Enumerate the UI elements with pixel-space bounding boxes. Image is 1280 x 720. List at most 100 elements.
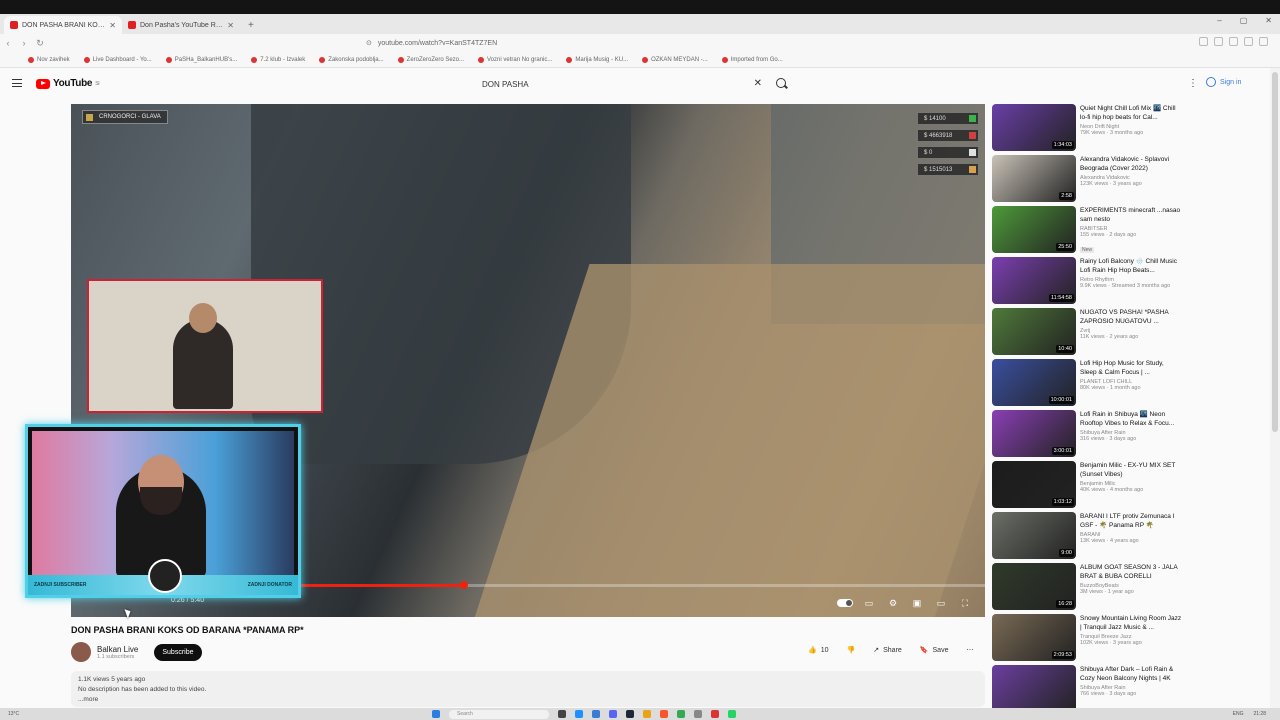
brave-icon[interactable] [660, 710, 668, 718]
recommendation-title[interactable]: Lofi Hip Hop Music for Study, Sleep & Ca… [1080, 359, 1182, 377]
recommendation-title[interactable]: BARANI I LTF protiv Zemunaca I GSF - 🌴 P… [1080, 512, 1182, 530]
video-thumbnail[interactable]: 16:28 [992, 563, 1076, 610]
back-icon[interactable]: ‹ [0, 38, 16, 48]
whatsapp-icon[interactable] [728, 710, 736, 718]
share-button[interactable]: ↗ Share [873, 646, 902, 655]
steam-icon[interactable] [626, 710, 634, 718]
browser-tab[interactable]: Don Pasha's YouTube Realtime Stats ✕ [122, 16, 240, 34]
save-button[interactable]: 🔖 Save [920, 646, 949, 655]
video-thumbnail[interactable]: 3:00:01 [992, 410, 1076, 457]
bookmark-item[interactable]: Zakonska podoblja... [319, 56, 384, 63]
maximize-icon[interactable]: ▢ [1240, 16, 1248, 25]
subscribe-button[interactable]: Subscribe [154, 643, 202, 661]
menu-icon[interactable] [12, 79, 22, 87]
recommendation-item[interactable]: 16:28 ALBUM GOAT SEASON 3 - JALA BRAT & B… [992, 563, 1182, 614]
close-window-icon[interactable]: ✕ [1265, 16, 1272, 25]
bookmark-item[interactable]: OZKAN MEYDAN -... [642, 56, 708, 63]
profile-icon[interactable] [1259, 37, 1268, 46]
recommendation-title[interactable]: Lofi Rain in Shibuya 🌃 Neon Rooftop Vibe… [1080, 410, 1182, 428]
recommendation-item[interactable]: 11:54:58 Rainy Lofi Balcony 🌧️ Chill Musi… [992, 257, 1182, 308]
bookmark-item[interactable]: Nov zavihek [28, 56, 70, 63]
page-scrollbar[interactable] [1272, 72, 1278, 432]
channel-name[interactable]: Balkan Live [97, 645, 138, 654]
recommendation-item[interactable]: 3:00:01 Lofi Rain in Shibuya 🌃 Neon Rooft… [992, 410, 1182, 461]
video-thumbnail[interactable]: 10:00:01 [992, 359, 1076, 406]
clock[interactable]: 21:28 [1253, 711, 1266, 717]
recommendation-item[interactable]: 9:00 BARANI I LTF protiv Zemunaca I GSF -… [992, 512, 1182, 563]
clear-search-icon[interactable]: ✕ [754, 78, 762, 89]
recommendation-item[interactable]: 10:40 NUGATO VS PASHA! *PASHA ZAPROSIO NU… [992, 308, 1182, 359]
bookmark-item[interactable]: 7.2 klub - Izvalek [251, 56, 305, 63]
app-icon[interactable] [711, 710, 719, 718]
bookmark-item[interactable]: PaSHa_BalkanHUB's... [165, 56, 237, 63]
video-thumbnail[interactable]: 9:00 [992, 512, 1076, 559]
recommendation-item[interactable]: 1:03:12 Benjamin Milic - EX-YU MIX SET (S… [992, 461, 1182, 512]
browser-tab-active[interactable]: DON PASHA BRANI KOKS OD ✕ [4, 16, 122, 34]
bookmark-item[interactable]: Marija Musig - KU... [566, 56, 628, 63]
scrubber-handle[interactable] [460, 581, 469, 589]
recommendation-item[interactable]: 2:58 Alexandra Vidakovic - Splavovi Beogr… [992, 155, 1182, 206]
extension-icon[interactable] [1199, 37, 1208, 46]
show-more-link[interactable]: ...more [78, 695, 978, 705]
bookmark-item[interactable]: ZeroZeroZero Sezo... [397, 56, 464, 63]
video-thumbnail[interactable]: 1:34:03 [992, 104, 1076, 151]
recommendation-item[interactable]: 25:50 EXPERIMENTS minecraft ...nasao sam … [992, 206, 1182, 257]
captions-icon[interactable]: ▭ [863, 597, 875, 609]
more-actions-icon[interactable]: ⋯ [966, 646, 973, 654]
reload-icon[interactable]: ↻ [32, 38, 48, 49]
video-thumbnail[interactable]: 1:03:12 [992, 461, 1076, 508]
recommendation-item[interactable]: 2:09:53 Snowy Mountain Living Room Jazz |… [992, 614, 1182, 665]
miniplayer-icon[interactable]: ▣ [911, 597, 923, 609]
site-info-icon[interactable]: ⊙ [366, 39, 372, 47]
discord-icon[interactable] [609, 710, 617, 718]
close-icon[interactable]: ✕ [227, 21, 234, 30]
windows-start-icon[interactable] [432, 710, 440, 718]
recommendation-title[interactable]: Alexandra Vidakovic - Splavovi Beograda … [1080, 155, 1182, 173]
video-thumbnail[interactable]: 10:40 [992, 308, 1076, 355]
video-thumbnail[interactable]: 25:50 [992, 206, 1076, 253]
recommendation-title[interactable]: ALBUM GOAT SEASON 3 - JALA BRAT & BUBA C… [1080, 563, 1182, 581]
taskbar-search[interactable]: Search [449, 709, 549, 719]
new-tab-button[interactable]: + [240, 16, 262, 34]
video-thumbnail[interactable]: 2:58 [992, 155, 1076, 202]
recommendation-title[interactable]: EXPERIMENTS minecraft ...nasao sam nesto [1080, 206, 1182, 224]
weather-widget[interactable]: 13°C [8, 711, 19, 717]
language-indicator[interactable]: ENG [1233, 711, 1244, 717]
settings-icon[interactable]: ⚙ [887, 597, 899, 609]
fullscreen-icon[interactable]: ⛶ [959, 597, 971, 609]
extension-icon[interactable] [1214, 37, 1223, 46]
recommendation-title[interactable]: Rainy Lofi Balcony 🌧️ Chill Music Lofi R… [1080, 257, 1182, 275]
forward-icon[interactable]: › [16, 38, 32, 48]
chrome-icon[interactable] [677, 710, 685, 718]
extension-icon[interactable] [1229, 37, 1238, 46]
theater-mode-icon[interactable]: ▭ [935, 597, 947, 609]
more-options-icon[interactable]: ⋮ [1188, 78, 1198, 89]
autoplay-toggle[interactable] [837, 599, 853, 607]
search-icon[interactable] [776, 78, 786, 88]
bookmark-item[interactable]: Live Dashboard - Yo... [83, 56, 152, 63]
favorites-icon[interactable] [1244, 37, 1253, 46]
search-input[interactable]: DON PASHA ✕ [476, 75, 766, 93]
dislike-button[interactable]: 👎 [847, 646, 856, 654]
recommendation-title[interactable]: Benjamin Milic - EX-YU MIX SET (Sunset V… [1080, 461, 1182, 479]
video-thumbnail[interactable]: 2:09:53 [992, 614, 1076, 661]
recommendation-item[interactable]: 10:00:01 Lofi Hip Hop Music for Study, Sl… [992, 359, 1182, 410]
video-thumbnail[interactable] [992, 665, 1076, 712]
url-field[interactable]: ⊙ youtube.com/watch?v=KanST4TZ7EN [366, 36, 906, 50]
recommendation-title[interactable]: Snowy Mountain Living Room Jazz | Tranqu… [1080, 614, 1182, 632]
youtube-logo[interactable]: YouTube SI [36, 78, 100, 89]
like-button[interactable]: 👍 10 [808, 646, 829, 655]
store-icon[interactable] [592, 710, 600, 718]
recommendation-title[interactable]: Shibuya After Dark – Lofi Rain & Cozy Ne… [1080, 665, 1182, 683]
bookmark-item[interactable]: Imported from Go... [721, 56, 783, 63]
sign-in-button[interactable]: Sign in [1206, 77, 1241, 87]
video-thumbnail[interactable]: 11:54:58 [992, 257, 1076, 304]
minimize-icon[interactable]: – [1217, 16, 1221, 25]
close-icon[interactable]: ✕ [109, 21, 116, 30]
channel-avatar[interactable] [71, 642, 91, 662]
description-box[interactable]: 1.1K views 5 years ago No description ha… [71, 671, 985, 707]
recommendation-item[interactable]: 1:34:03 Quiet Night Chill Lofi Mix 🌃 Chil… [992, 104, 1182, 155]
recommendation-title[interactable]: NUGATO VS PASHA! *PASHA ZAPROSIO NUGATOV… [1080, 308, 1182, 326]
recommendation-title[interactable]: Quiet Night Chill Lofi Mix 🌃 Chill lo-fi… [1080, 104, 1182, 122]
folder-icon[interactable] [643, 710, 651, 718]
